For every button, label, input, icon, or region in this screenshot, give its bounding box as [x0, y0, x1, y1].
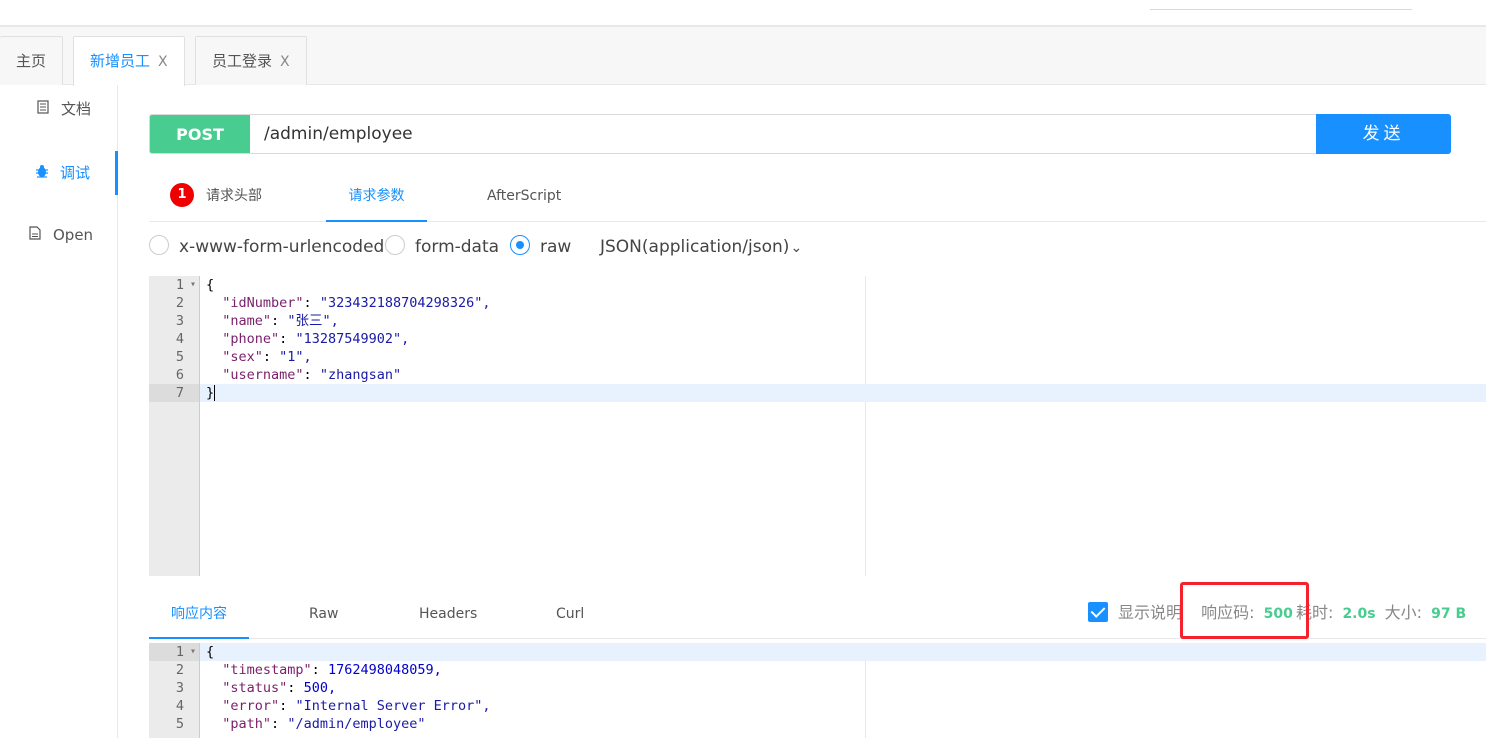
line-number: 5	[175, 349, 184, 365]
page-tabs-bar: 主页 新增员工 X 员工登录 X	[0, 27, 1486, 86]
headers-count-badge: 1	[170, 182, 194, 207]
code-line: "path": "/admin/employee"	[222, 716, 426, 732]
highlight-box	[1180, 582, 1309, 639]
bug-icon	[34, 153, 50, 197]
sidebar-item-debug[interactable]: 调试	[0, 151, 118, 195]
top-bar	[0, 0, 1486, 27]
line-number: 2	[175, 662, 184, 678]
code-line: "error": "Internal Server Error",	[222, 698, 491, 714]
tab-after-script[interactable]: AfterScript	[487, 170, 561, 222]
tab-request-headers[interactable]: 1 请求头部	[170, 170, 262, 222]
radio-urlencoded-label: x-www-form-urlencoded	[179, 237, 385, 257]
tab-request-params[interactable]: 请求参数	[326, 170, 427, 222]
radio-urlencoded[interactable]: x-www-form-urlencoded	[149, 233, 384, 261]
editor-gutter: 1 2 3 4 5 6 7	[149, 276, 200, 576]
url-bar: POST /admin/employee 发送	[149, 114, 1451, 154]
size-label: 大小:	[1384, 603, 1423, 622]
radio-raw[interactable]: raw	[510, 233, 571, 261]
line-number: 6	[175, 367, 184, 383]
tab-add-employee[interactable]: 新增员工 X	[73, 36, 185, 86]
tab-home-label: 主页	[16, 52, 47, 70]
send-button[interactable]: 发送	[1316, 114, 1451, 154]
tab-request-params-label: 请求参数	[348, 188, 405, 204]
sidebar-item-label: 调试	[60, 164, 91, 182]
tab-response-raw[interactable]: Raw	[309, 591, 338, 639]
close-icon[interactable]: X	[158, 54, 168, 70]
time-value: 2.0s	[1342, 606, 1376, 622]
code-line: "idNumber": "323432188704298326",	[222, 295, 491, 311]
sidebar-item-open[interactable]: Open	[0, 213, 118, 257]
close-icon[interactable]: X	[280, 54, 290, 70]
chevron-down-icon: ⌄	[790, 240, 803, 256]
document-icon	[35, 89, 51, 133]
line-number: 3	[175, 313, 184, 329]
sidebar-item-label: Open	[53, 226, 94, 244]
code-line: "sex": "1",	[222, 349, 312, 365]
tab-home[interactable]: 主页	[0, 36, 64, 85]
line-number: 5	[175, 716, 184, 732]
sidebar: 文档 调试 Open	[0, 85, 118, 738]
radio-form-data[interactable]: form-data	[385, 233, 499, 261]
code-line: {	[206, 277, 215, 293]
code-area[interactable]: { "timestamp": 1762498048059, "status": …	[200, 643, 1486, 733]
code-line: "name": "张三",	[222, 313, 339, 329]
tab-response-content[interactable]: 响应内容	[149, 591, 249, 639]
line-number: 1	[149, 276, 199, 294]
code-area[interactable]: { "idNumber": "323432188704298326", "nam…	[200, 276, 1486, 402]
tab-after-script-label: AfterScript	[487, 188, 562, 204]
code-line-current: }	[200, 384, 1486, 402]
sidebar-item-label: 文档	[61, 100, 92, 118]
radio-circle-selected[interactable]	[510, 235, 530, 255]
line-number: 1	[149, 643, 199, 661]
text-cursor	[214, 385, 216, 401]
line-number: 3	[175, 680, 184, 696]
size-value: 97 B	[1431, 606, 1467, 622]
tab-request-headers-label: 请求头部	[206, 188, 262, 204]
code-line: "phone": "13287549902",	[222, 331, 410, 347]
request-body-editor[interactable]: 1 2 3 4 5 6 7 { "idNumber": "32343218870…	[149, 276, 1486, 576]
tab-add-employee-label: 新增员工	[90, 52, 151, 70]
code-line: "username": "zhangsan"	[222, 367, 402, 383]
show-desc-label: 显示说明	[1118, 603, 1183, 622]
editor-gutter: 1 2 3 4 5	[149, 643, 200, 738]
response-body-viewer[interactable]: 1 2 3 4 5 { "timestamp": 1762498048059, …	[149, 643, 1486, 738]
radio-circle[interactable]	[149, 235, 169, 255]
tab-employee-login[interactable]: 员工登录 X	[195, 36, 307, 85]
search-underline[interactable]	[1150, 9, 1412, 10]
radio-form-data-label: form-data	[415, 237, 500, 257]
code-line: {	[200, 643, 1486, 661]
tab-employee-login-label: 员工登录	[212, 52, 273, 70]
line-number: 4	[175, 698, 184, 714]
radio-circle[interactable]	[385, 235, 405, 255]
radio-raw-label: raw	[540, 237, 572, 257]
line-number: 7	[149, 384, 199, 402]
tab-response-headers[interactable]: Headers	[419, 591, 477, 639]
code-line: "status": 500,	[222, 680, 337, 696]
request-tabs: 1 请求头部 请求参数 AfterScript	[149, 170, 1486, 222]
line-number: 2	[175, 295, 184, 311]
tab-response-content-label: 响应内容	[171, 606, 227, 622]
show-desc-checkbox[interactable]	[1088, 601, 1108, 622]
file-icon	[27, 215, 43, 259]
line-number: 4	[175, 331, 184, 347]
tab-response-headers-label: Headers	[419, 606, 478, 622]
url-input[interactable]: /admin/employee	[264, 115, 413, 153]
content-type-label: JSON(application/json)	[600, 237, 790, 257]
content-type-dropdown[interactable]: JSON(application/json)⌄	[600, 233, 802, 261]
sidebar-item-docs[interactable]: 文档	[0, 87, 118, 131]
tab-response-curl[interactable]: Curl	[556, 591, 584, 639]
http-method-badge[interactable]: POST	[150, 115, 250, 153]
code-line: "timestamp": 1762498048059,	[222, 662, 442, 678]
tab-response-raw-label: Raw	[309, 606, 339, 622]
tab-response-curl-label: Curl	[556, 606, 585, 622]
